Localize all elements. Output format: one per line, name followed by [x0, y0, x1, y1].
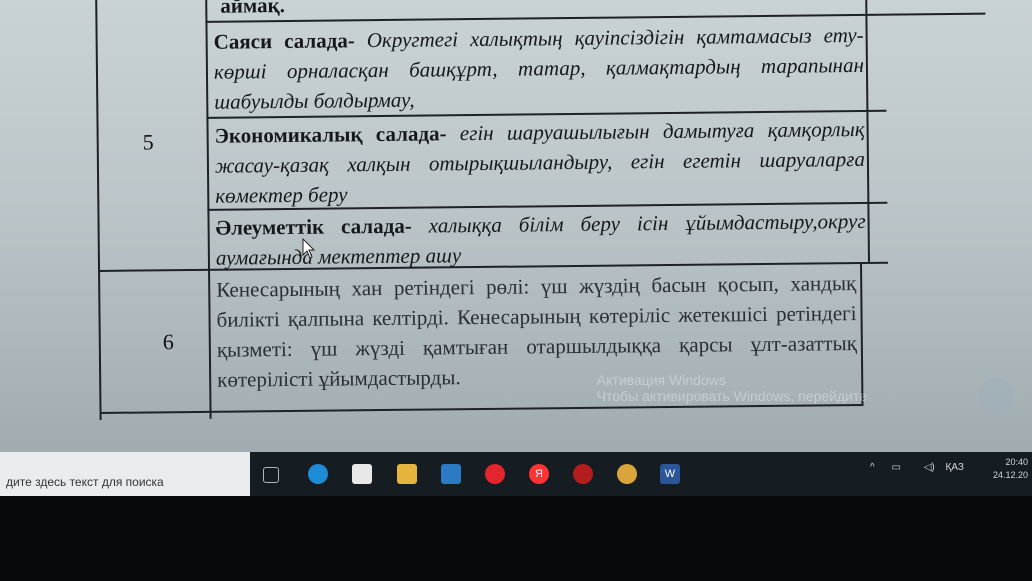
media-app-icon[interactable] — [573, 464, 593, 484]
yandex-browser-icon[interactable]: Я — [529, 464, 549, 484]
document-table: аймақ. 5 Саяси салада- Округтегі халықты… — [95, 0, 986, 420]
search-placeholder: дите здесь текст для поиска — [6, 475, 164, 489]
table-right-border — [864, 0, 870, 262]
word-app-icon[interactable]: W — [660, 464, 680, 484]
task-view-icon[interactable] — [263, 467, 279, 483]
row-number: 6 — [162, 329, 174, 355]
volume-icon[interactable]: ◁) — [924, 462, 935, 473]
taskbar-clock[interactable]: 20:40 24.12.20 — [993, 456, 1028, 482]
windows-taskbar: дите здесь текст для поиска Я W ^ ▭ ◁) Қ… — [0, 452, 1032, 496]
top-fragment-text: аймақ. — [220, 0, 520, 21]
table-bottom-border — [99, 403, 864, 414]
file-icon[interactable] — [352, 464, 372, 484]
edge-browser-icon[interactable] — [308, 464, 328, 484]
row-number: 5 — [142, 129, 154, 155]
taskbar-search-input[interactable]: дите здесь текст для поиска — [0, 452, 250, 496]
mouse-cursor-icon — [302, 238, 316, 259]
cell-lead: Әлеуметтік салада- — [215, 213, 412, 240]
cell-lead: Саяси салада- — [213, 28, 355, 54]
clock-time: 20:40 — [1005, 457, 1028, 467]
mail-icon[interactable] — [441, 464, 461, 484]
table-left-border — [95, 0, 102, 420]
floating-round-button[interactable] — [978, 378, 1014, 414]
network-icon[interactable]: ▭ — [891, 462, 900, 473]
file-explorer-icon[interactable] — [397, 464, 417, 484]
tray-chevron-icon[interactable]: ^ — [870, 462, 875, 473]
watermark-line: Активация Windows — [596, 372, 726, 388]
language-indicator[interactable]: ҚАЗ — [946, 462, 964, 473]
windows-activation-watermark: Активация Windows Чтобы активировать Win… — [597, 372, 867, 404]
system-tray: ^ ▭ ◁) ҚАЗ — [870, 462, 964, 473]
monitor-bezel — [0, 496, 1032, 581]
chrome-browser-icon[interactable] — [617, 464, 637, 484]
photographed-monitor: аймақ. 5 Саяси салада- Округтегі халықты… — [0, 0, 1032, 500]
clock-date: 24.12.20 — [992, 470, 1028, 480]
cell-lead: Экономикалық салада- — [214, 121, 447, 148]
opera-browser-icon[interactable] — [485, 464, 505, 484]
watermark-line: Чтобы активировать Windows, перейдите — [596, 388, 867, 404]
economic-sphere-cell: Экономикалық салада- егін шаруашылығын д… — [214, 114, 866, 211]
political-sphere-cell: Саяси салада- Округтегі халықтың қауіпсі… — [213, 20, 865, 117]
top-fragment: аймақ. — [220, 0, 286, 18]
